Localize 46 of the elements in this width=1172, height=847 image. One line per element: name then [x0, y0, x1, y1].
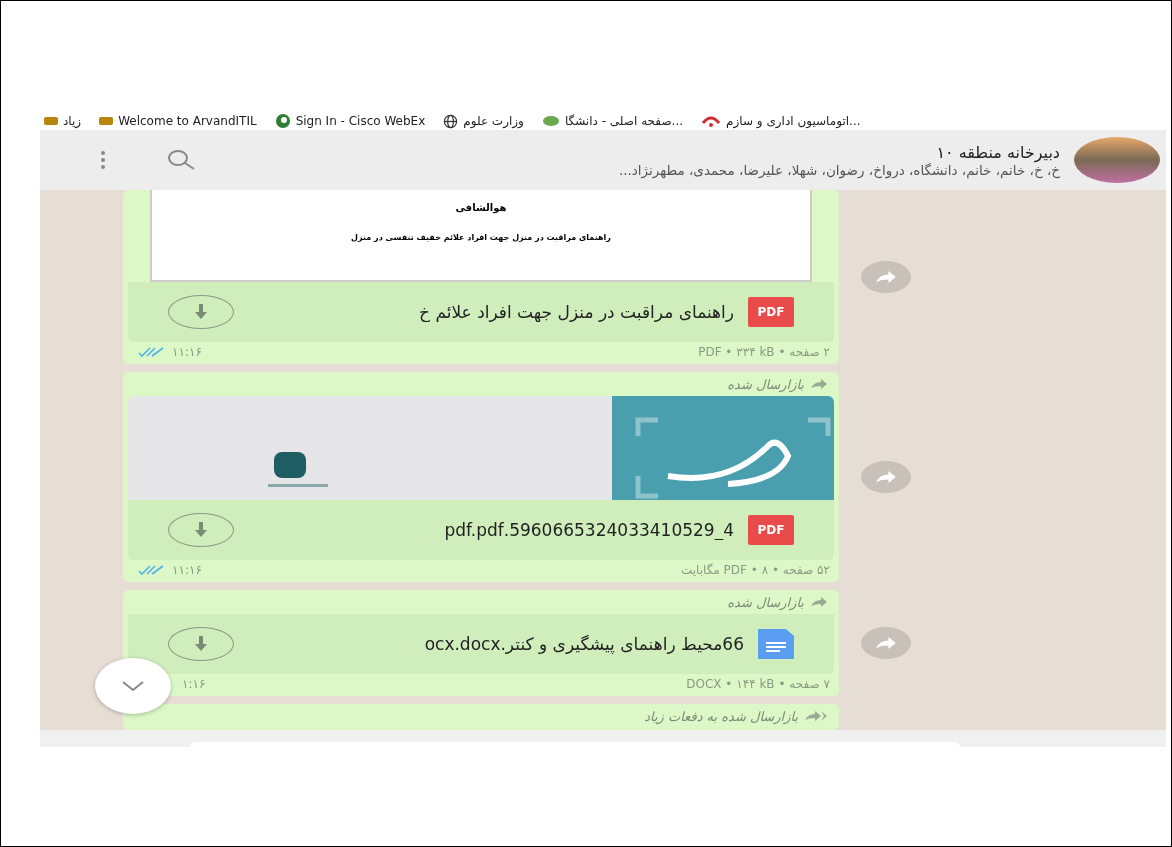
site-icon — [99, 116, 114, 126]
file-name: 4_5960665324033410529.pdf.pdf — [443, 520, 734, 540]
menu-icon[interactable] — [100, 150, 106, 170]
file-name: راهنمای مراقبت در منزل جهت افراد علائم خ — [418, 302, 734, 322]
forwarded-label: بازارسال شده — [727, 594, 804, 610]
site-icon — [44, 116, 58, 126]
bookmark-link[interactable]: اتوماسیون اداری و سازم... — [726, 114, 861, 128]
pdf-file-icon: PDF — [748, 297, 794, 327]
download-arrow-icon — [194, 304, 208, 320]
bookmark-link[interactable]: وزارت علوم — [463, 114, 524, 128]
forwarded-label: بازارسال شده به دفعات زیاد — [644, 708, 798, 724]
signal-icon — [701, 115, 722, 127]
forward-button[interactable] — [861, 261, 911, 293]
file-details: ۷ صفحه • DOCX • ۱۴۴ kB — [686, 677, 830, 691]
bookmark-link[interactable]: Welcome to ArvandITIL — [118, 114, 257, 128]
download-arrow-icon — [194, 522, 208, 538]
preview-text: راهنمای مراقبت در منزل جهت افراد علائم خفیف تنفسی در منزل — [351, 233, 611, 242]
message-time: ۱:۱۶ — [182, 677, 206, 691]
chat-members: خ، خ، خانم، خانم، دانشگاه، درواخ، رضوان، شهلا، علیرضا، محمدی، مطهرنژاد... — [617, 161, 1060, 178]
file-details: ۵۲ صفحه • PDF • ۸ مگابایت — [680, 563, 830, 577]
message-time: ۱۱:۱۶ — [172, 345, 202, 359]
document-file-icon — [758, 629, 794, 659]
share-arrow-icon — [875, 636, 897, 650]
message-time: ۱۱:۱۶ — [172, 563, 202, 577]
cover-drawing[interactable] — [128, 396, 834, 500]
bookmark-link[interactable]: صفحه اصلی - دانشگا... — [564, 114, 684, 128]
document-preview[interactable]: هوالشافی راهنمای مراقبت در منزل جهت افراد علائم خفیف تنفسی در منزل — [150, 190, 812, 282]
forward-button[interactable] — [861, 461, 911, 493]
share-arrow-icon — [875, 470, 897, 484]
download-arrow-icon — [194, 636, 208, 652]
forwarded-label: بازارسال شده — [727, 376, 804, 392]
leaf-icon — [541, 115, 560, 127]
circle-icon — [274, 113, 291, 129]
preview-heading: هوالشافی — [455, 202, 507, 213]
file-details: ۲ صفحه • PDF • ۳۳۴ kB — [698, 345, 830, 359]
forward-button[interactable] — [861, 627, 911, 659]
search-icon[interactable] — [166, 149, 196, 171]
chevron-down-icon — [121, 680, 145, 692]
globe-icon — [443, 113, 459, 129]
scroll-down-button[interactable] — [95, 658, 171, 714]
bookmark-link[interactable]: Sign In - Cisco WebEx — [295, 114, 426, 128]
pdf-file-icon: PDF — [748, 515, 794, 545]
chat-title: دبیرخانه منطقه ۱۰ — [935, 142, 1060, 162]
share-arrow-icon — [875, 270, 897, 284]
bookmark-link[interactable]: زیاد — [63, 114, 82, 128]
file-name: 66محیط راهنمای پیشگیری و کنتر.ocx.docx — [423, 634, 744, 654]
